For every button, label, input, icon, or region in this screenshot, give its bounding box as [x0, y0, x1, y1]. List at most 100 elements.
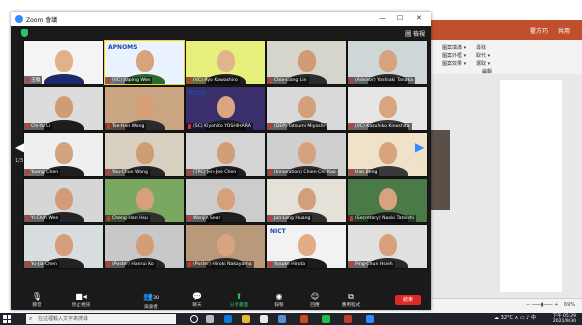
share-screen-button[interactable]: ⬆ 分享畫面 — [221, 292, 257, 308]
shield-icon[interactable] — [21, 29, 28, 37]
participant-name: Ping-Chun Hsieh — [348, 261, 395, 268]
participant-tile[interactable]: Chia-Liang Lin — [266, 40, 347, 85]
zoom-taskbar-icon[interactable] — [366, 315, 374, 323]
chat-button[interactable]: 💬 聊天 — [179, 292, 215, 308]
participant-tile[interactable]: Ping-Chun Hsieh — [347, 224, 428, 269]
weather-temp[interactable]: 32°C — [501, 315, 513, 321]
participant-name: (VC) Kazuhiko Kinoshita — [348, 123, 412, 130]
participant-tile[interactable]: 王曉 — [23, 40, 104, 85]
participant-tile[interactable]: Tse-Han Wang — [104, 86, 185, 131]
acrobat-icon[interactable] — [344, 315, 352, 323]
prev-page-label: 1/3 — [15, 158, 24, 164]
next-page-icon[interactable]: ▶ — [415, 140, 424, 154]
line-app-icon[interactable] — [322, 315, 330, 323]
participant-tile[interactable]: (Innovation) Chien-Chi Kao — [266, 132, 347, 177]
zoom-window: Zoom 會議 — ☐ ✕ 圖 檢視 王曉 APNOMS (VC) Jiaping … — [11, 12, 431, 310]
windows-start-icon[interactable] — [3, 315, 11, 323]
participant-face — [297, 234, 316, 256]
participant-tile[interactable]: Cheng-Han Hsu — [104, 178, 185, 223]
ribbon-select[interactable]: 選取 ▾ — [476, 60, 490, 67]
minimize-icon[interactable]: — — [379, 14, 386, 22]
participant-tile[interactable]: APNOMS (VC) Jiaping Wen — [104, 40, 185, 85]
task-view-icon[interactable] — [206, 315, 214, 323]
file-explorer-icon[interactable] — [242, 315, 250, 323]
powerpoint-icon[interactable] — [300, 315, 308, 323]
stop-video-button[interactable]: ■◂ 停止視訊 — [63, 292, 99, 308]
participant-face — [54, 96, 73, 118]
volume-icon[interactable]: ♪ — [526, 315, 529, 321]
muted-mic-icon — [350, 170, 353, 175]
participant-tile[interactable]: Wenjin Sear — [185, 178, 266, 223]
reactions-icon: ☺ — [310, 292, 320, 301]
muted-mic-icon — [350, 262, 353, 267]
ribbon-find[interactable]: 尋找 — [476, 44, 486, 51]
participant-count: 30 — [153, 296, 159, 301]
chat-icon: 💬 — [192, 292, 202, 301]
participant-grid: 王曉 APNOMS (VC) Jiaping Wen (VC) Ryo Kawashi… — [11, 40, 431, 290]
ppt-titlebar: 霍方巧 共用 — [430, 20, 582, 40]
ppt-slide[interactable] — [500, 80, 562, 292]
notification-chevron-icon[interactable]: ∧ — [515, 315, 519, 321]
participants-button[interactable]: 👥30 與會者 — [133, 292, 169, 310]
ppt-user-name: 霍方巧 — [530, 28, 549, 35]
maximize-icon[interactable]: ☐ — [397, 14, 403, 22]
participant-face — [216, 142, 235, 164]
participant-face — [54, 188, 73, 210]
participant-name: (Secretary) Naoki Tateishi — [348, 215, 416, 222]
ribbon-replace[interactable]: 取代 ▾ — [476, 52, 490, 59]
participant-tile[interactable]: (TPC) Jen-Jee Chen — [185, 132, 266, 177]
participant-tile[interactable]: Chi-Yu Li — [23, 86, 104, 131]
participant-name: Cheng-Han Hsu — [105, 215, 150, 222]
participant-tile[interactable]: (Poster) Hanrui Ko — [104, 224, 185, 269]
participant-tile[interactable]: Jun-Long Huang — [266, 178, 347, 223]
ribbon-shape-fill[interactable]: 圖案填滿 ▾ — [442, 44, 466, 51]
participant-tile[interactable]: Yueng Chen — [23, 132, 104, 177]
ppt-status-bar: − ───▮─── + 69% — [430, 298, 582, 314]
participant-tile[interactable]: KDDI (SC) Kiyohito YOSHIHARA — [185, 86, 266, 131]
ribbon-shape-effects[interactable]: 圖案效果 ▾ — [442, 60, 466, 67]
zoom-level[interactable]: 69% — [564, 302, 575, 308]
participant-tile[interactable]: You-Chun Wang — [104, 132, 185, 177]
record-button[interactable]: ◉ 錄製 — [261, 292, 297, 308]
muted-mic-icon — [269, 170, 272, 175]
participant-tile[interactable]: (VC) Ryo Kawashiro — [185, 40, 266, 85]
participant-tile[interactable]: (Poster) Hiroki Nakayama — [185, 224, 266, 269]
ppt-share-button[interactable]: 共用 — [558, 26, 570, 35]
muted-mic-icon — [26, 216, 29, 221]
mail-icon[interactable] — [278, 315, 286, 323]
gallery-view-button[interactable]: 圖 檢視 — [405, 29, 425, 38]
participant-tile[interactable]: Han Beng — [347, 132, 428, 177]
participant-tile[interactable]: (DEP) Tatsumi Miyoshi — [266, 86, 347, 131]
participant-tile[interactable]: Yi-Chih Wen — [23, 178, 104, 223]
taskbar: ⌕ 在這裡輸入文字來搜尋 ☁ 32°C ∧ ▭ ♪ 中 下午 05:29 202… — [0, 313, 582, 325]
participant-tile[interactable]: (Advisor) Yoshiaki Tanaka — [347, 40, 428, 85]
cortana-icon[interactable] — [190, 315, 198, 323]
apps-button[interactable]: ⧉ 應用程式 — [333, 292, 369, 308]
close-icon[interactable]: ✕ — [416, 14, 422, 22]
network-icon[interactable]: ▭ — [520, 315, 525, 321]
participant-face — [378, 142, 397, 164]
apps-icon: ⧉ — [348, 292, 354, 301]
taskbar-clock[interactable]: 下午 05:29 2021/9/30 — [553, 314, 576, 324]
search-icon: ⌕ — [29, 315, 33, 322]
muted-mic-icon — [269, 124, 272, 129]
reactions-button[interactable]: ☺ 回應 — [297, 292, 333, 308]
muted-mic-icon — [107, 78, 110, 83]
end-meeting-button[interactable]: 結束 — [395, 295, 421, 305]
taskbar-search-input[interactable]: ⌕ 在這裡輸入文字來搜尋 — [26, 314, 176, 324]
zoom-slider[interactable]: − ───▮─── + — [526, 302, 558, 308]
participant-tile[interactable]: Yu-Jia Chen — [23, 224, 104, 269]
zoom-window-title: Zoom 會議 — [26, 17, 58, 24]
participant-name: (Innovation) Chien-Chi Kao — [267, 169, 338, 176]
edge-browser-icon[interactable] — [224, 315, 232, 323]
participant-tile[interactable]: (VC) Kazuhiko Kinoshita — [347, 86, 428, 131]
participant-tile[interactable]: (Secretary) Naoki Tateishi — [347, 178, 428, 223]
ime-indicator[interactable]: 中 — [531, 315, 536, 321]
ribbon-shape-outline[interactable]: 圖案外框 ▾ — [442, 52, 466, 59]
mute-button[interactable]: 🎙 靜音 — [19, 292, 55, 308]
muted-mic-icon — [350, 124, 353, 129]
store-icon[interactable] — [260, 315, 268, 323]
participant-face — [135, 234, 154, 256]
participant-tile[interactable]: NICT Yusuke Hirota — [266, 224, 347, 269]
prev-page-icon[interactable]: ◀ — [15, 140, 24, 154]
